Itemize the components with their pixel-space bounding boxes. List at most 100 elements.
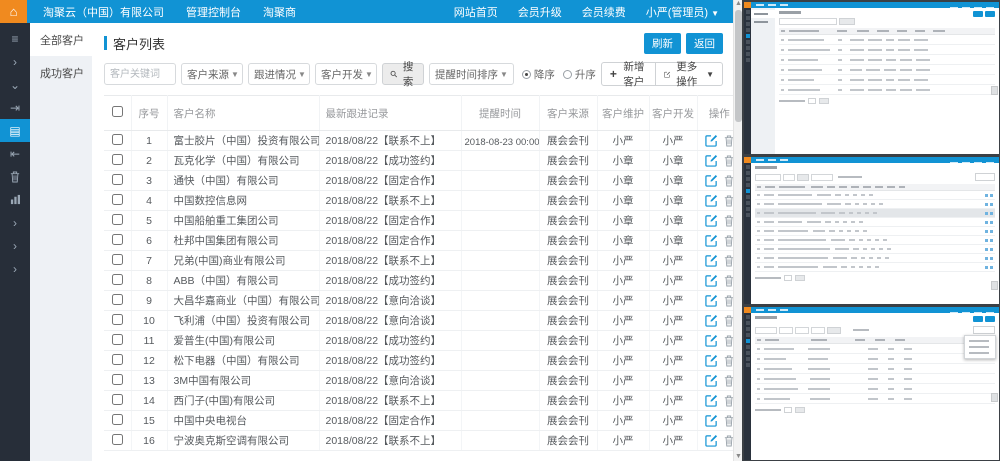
row-checkbox[interactable] (112, 414, 123, 425)
navbar-right: 网站首页 会员升级 会员续费 小严(管理员)▼ (454, 4, 719, 20)
nav-member-renew[interactable]: 会员续费 (582, 4, 626, 20)
row-checkbox[interactable] (112, 214, 123, 225)
row-checkbox[interactable] (112, 194, 123, 205)
nav-member-upgrade[interactable]: 会员升级 (518, 4, 562, 20)
delete-icon[interactable] (724, 195, 733, 207)
refresh-button[interactable]: 刷新 (644, 33, 681, 54)
customer-list-icon[interactable]: ▤ (0, 119, 30, 142)
row-checkbox[interactable] (112, 134, 123, 145)
delete-icon[interactable] (724, 135, 733, 147)
row-checkbox[interactable] (112, 174, 123, 185)
title-buttons: 刷新 返回 (644, 33, 723, 54)
chevron-right-icon[interactable]: › (0, 234, 30, 257)
trash-icon[interactable] (0, 165, 30, 188)
sign-in-icon[interactable]: ⇥ (0, 96, 30, 119)
cell-index: 15 (131, 411, 167, 431)
thumb-content (775, 8, 999, 154)
sidebar-item-success-customers[interactable]: 成功客户 (30, 56, 92, 89)
cell-index: 2 (131, 151, 167, 171)
nav-shop[interactable]: 淘聚商 (263, 4, 296, 20)
delete-icon[interactable] (724, 295, 733, 307)
delete-icon[interactable] (724, 175, 733, 187)
sidebar-item-all-customers[interactable]: 全部客户 (30, 23, 92, 56)
delete-icon[interactable] (724, 235, 733, 247)
cell-keeper: 小章 (597, 231, 649, 251)
edit-icon[interactable] (705, 394, 718, 407)
cell-latest-record: 2018/08/22【固定合作】 (319, 411, 461, 431)
nav-user-menu[interactable]: 小严(管理员)▼ (646, 4, 719, 20)
preview-panel (742, 0, 1000, 461)
cell-remind-time (461, 331, 539, 351)
chevron-right-icon[interactable]: › (0, 257, 30, 280)
row-checkbox[interactable] (112, 434, 123, 445)
edit-icon[interactable] (705, 194, 718, 207)
chevron-right-icon[interactable]: › (0, 211, 30, 234)
edit-icon[interactable] (705, 294, 718, 307)
row-checkbox[interactable] (112, 394, 123, 405)
keyword-input[interactable] (104, 63, 176, 85)
cell-source: 展会会刊 (539, 151, 597, 171)
row-checkbox[interactable] (112, 234, 123, 245)
edit-icon[interactable] (705, 334, 718, 347)
edit-icon[interactable] (705, 254, 718, 267)
row-checkbox[interactable] (112, 254, 123, 265)
edit-icon[interactable] (705, 134, 718, 147)
scrollbar-thumb[interactable] (735, 10, 742, 122)
edit-icon[interactable] (705, 174, 718, 187)
search-button[interactable]: 搜索 (382, 63, 424, 85)
sort-asc-radio[interactable]: 升序 (563, 67, 596, 82)
delete-icon[interactable] (724, 155, 733, 167)
delete-icon[interactable] (724, 375, 733, 387)
edit-icon[interactable] (705, 434, 718, 447)
edit-icon[interactable] (705, 154, 718, 167)
edit-icon[interactable] (705, 314, 718, 327)
row-checkbox[interactable] (112, 354, 123, 365)
delete-icon[interactable] (724, 335, 733, 347)
edit-icon[interactable] (705, 274, 718, 287)
row-checkbox[interactable] (112, 154, 123, 165)
main-scrollbar[interactable]: ▲ ▼ (733, 0, 742, 461)
row-checkbox[interactable] (112, 294, 123, 305)
delete-icon[interactable] (724, 415, 733, 427)
select-all-checkbox[interactable] (112, 106, 123, 117)
menu-icon[interactable]: ≡ (0, 27, 30, 50)
row-checkbox[interactable] (112, 334, 123, 345)
back-button[interactable]: 返回 (686, 33, 723, 54)
sign-out-icon[interactable]: ⇤ (0, 142, 30, 165)
edit-icon[interactable] (705, 214, 718, 227)
edit-icon[interactable] (705, 414, 718, 427)
preview-thumbnail-1[interactable] (744, 2, 999, 154)
nav-console[interactable]: 管理控制台 (186, 4, 241, 20)
edit-icon[interactable] (705, 354, 718, 367)
preview-thumbnail-3[interactable] (744, 307, 999, 460)
source-select[interactable]: 客户来源▼ (181, 63, 243, 85)
delete-icon[interactable] (724, 275, 733, 287)
more-actions-button[interactable]: 更多操作▼ (656, 62, 723, 86)
row-checkbox[interactable] (112, 274, 123, 285)
delete-icon[interactable] (724, 255, 733, 267)
row-checkbox[interactable] (112, 314, 123, 325)
preview-thumbnail-2[interactable] (744, 157, 999, 304)
scrollbar-up-icon[interactable]: ▲ (734, 0, 743, 7)
scrollbar-down-icon[interactable]: ▼ (734, 453, 743, 460)
develop-select[interactable]: 客户开发▼ (315, 63, 377, 85)
home-button[interactable]: ⌂ (0, 0, 27, 23)
delete-icon[interactable] (724, 215, 733, 227)
table-row: 9 大昌华嘉商业（中国）有限公司 2018/08/22【意向洽谈】 展会会刊 小… (104, 291, 733, 311)
followup-select[interactable]: 跟进情况▼ (248, 63, 310, 85)
row-checkbox[interactable] (112, 374, 123, 385)
add-customer-button[interactable]: +新增客户 (601, 62, 656, 86)
delete-icon[interactable] (724, 315, 733, 327)
sort-desc-radio[interactable]: 降序 (522, 67, 555, 82)
delete-icon[interactable] (724, 435, 733, 447)
nav-company[interactable]: 淘聚云（中国）有限公司 (43, 4, 164, 20)
chevron-down-icon[interactable]: ⌄ (0, 73, 30, 96)
chevron-right-icon[interactable]: › (0, 50, 30, 73)
remind-sort-select[interactable]: 提醒时间排序▼ (429, 63, 514, 85)
edit-icon[interactable] (705, 234, 718, 247)
chart-icon[interactable] (0, 188, 30, 211)
delete-icon[interactable] (724, 395, 733, 407)
delete-icon[interactable] (724, 355, 733, 367)
edit-icon[interactable] (705, 374, 718, 387)
nav-site-home[interactable]: 网站首页 (454, 4, 498, 20)
